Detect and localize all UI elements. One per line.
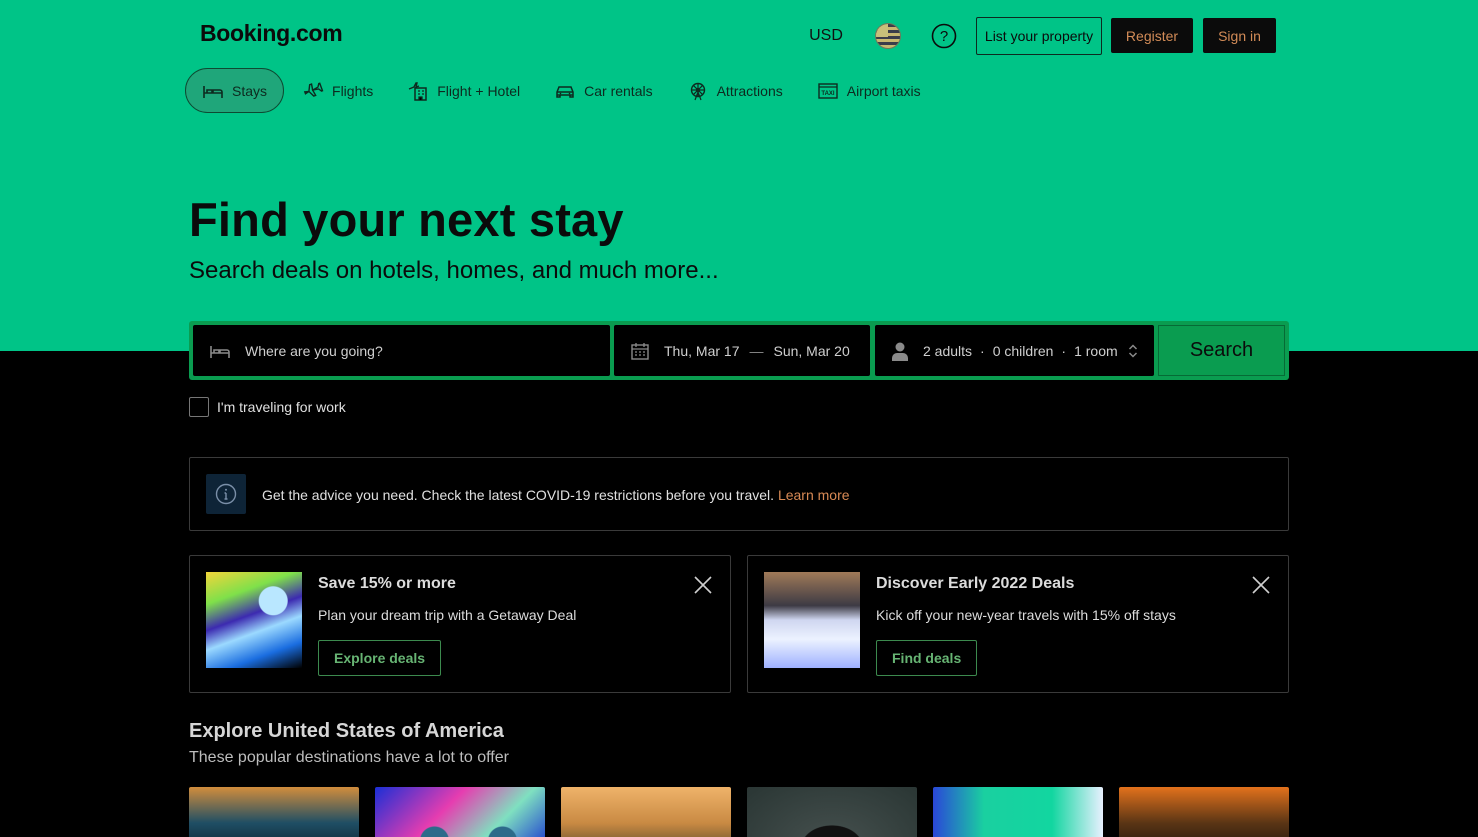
- destination-input[interactable]: Where are you going?: [245, 343, 383, 359]
- tab-attractions[interactable]: Attractions: [671, 68, 799, 113]
- covid-alert: Get the advice you need. Check the lates…: [189, 457, 1289, 531]
- work-travel-label: I'm traveling for work: [217, 399, 346, 415]
- tab-airport-taxis[interactable]: TAXI Airport taxis: [801, 68, 937, 113]
- person-icon: [892, 342, 908, 361]
- destination-card[interactable]: [747, 787, 917, 837]
- calendar-icon: [631, 342, 649, 360]
- close-icon[interactable]: [1250, 574, 1272, 596]
- plane-icon: [303, 81, 324, 97]
- register-button[interactable]: Register: [1111, 18, 1193, 53]
- car-icon: [556, 85, 574, 98]
- find-deals-button[interactable]: Find deals: [876, 640, 978, 676]
- tab-stays[interactable]: Stays: [185, 68, 285, 113]
- alert-message: Get the advice you need. Check the lates…: [262, 487, 775, 503]
- close-icon[interactable]: [692, 574, 714, 596]
- destination-field[interactable]: Where are you going?: [193, 325, 610, 376]
- checkin-date[interactable]: Thu, Mar 17: [664, 343, 739, 359]
- sign-in-button[interactable]: Sign in: [1203, 18, 1276, 53]
- bed-icon: [210, 345, 230, 358]
- booking-logo[interactable]: Booking.com: [200, 20, 343, 47]
- page-subtitle: Search deals on hotels, homes, and much …: [189, 257, 719, 284]
- date-separator: —: [749, 342, 764, 359]
- rooms-count: 1 room: [1074, 342, 1118, 359]
- tab-car-rentals-label: Car rentals: [584, 82, 653, 99]
- tab-car-rentals[interactable]: Car rentals: [538, 68, 668, 113]
- adults-count: 2 adults: [923, 342, 973, 359]
- destination-card[interactable]: [933, 787, 1103, 837]
- checkout-date[interactable]: Sun, Mar 20: [773, 343, 849, 359]
- search-button[interactable]: Search: [1158, 325, 1285, 376]
- chevron-updown-icon: [1128, 343, 1138, 358]
- promo-image: [764, 572, 860, 668]
- tab-flights-label: Flights: [332, 82, 374, 99]
- children-count: 0 children: [992, 342, 1054, 359]
- currency-selector[interactable]: USD: [798, 17, 854, 55]
- destination-card[interactable]: [1119, 787, 1289, 837]
- flight-hotel-icon: [408, 81, 427, 101]
- promo-subtitle: Kick off your new-year travels with 15% …: [876, 607, 1176, 623]
- tab-flight-hotel-label: Flight + Hotel: [437, 82, 521, 99]
- explore-deals-button[interactable]: Explore deals: [318, 640, 442, 676]
- taxi-icon: TAXI: [818, 82, 838, 99]
- list-property-button[interactable]: List your property: [976, 17, 1102, 55]
- search-bar: Where are you going? Thu, Mar 17 — Sun, …: [189, 321, 1289, 380]
- promo-title: Save 15% or more: [318, 575, 456, 592]
- help-icon[interactable]: ?: [931, 23, 957, 49]
- promo-subtitle: Plan your dream trip with a Getaway Deal: [318, 607, 577, 623]
- guests-field[interactable]: 2 adults · 0 children · 1 room: [875, 325, 1154, 376]
- info-icon: [206, 474, 246, 514]
- promo-image: [206, 572, 302, 668]
- date-field[interactable]: Thu, Mar 17 — Sun, Mar 20: [614, 325, 870, 376]
- tab-stays-label: Stays: [232, 82, 268, 99]
- destination-card[interactable]: [189, 787, 359, 837]
- promo-card-early-2022: Discover Early 2022 Deals Kick off your …: [747, 555, 1289, 693]
- svg-text:?: ?: [940, 28, 948, 45]
- explore-subtitle: These popular destinations have a lot to…: [189, 749, 509, 766]
- promo-card-getaway: Save 15% or more Plan your dream trip wi…: [189, 555, 731, 693]
- svg-text:TAXI: TAXI: [821, 91, 835, 97]
- guests-dot: ·: [980, 342, 985, 359]
- language-flag-icon[interactable]: [875, 23, 901, 49]
- alert-text-line: Get the advice you need. Check the lates…: [262, 487, 850, 503]
- tab-attractions-label: Attractions: [716, 82, 783, 99]
- product-nav: Stays Flights Flight + Hotel Car rentals…: [185, 68, 939, 113]
- bed-icon: [203, 85, 223, 98]
- work-travel-option[interactable]: I'm traveling for work: [189, 397, 346, 417]
- ferris-wheel-icon: [690, 82, 705, 100]
- guests-dot: ·: [1061, 342, 1067, 359]
- destination-card[interactable]: [561, 787, 731, 837]
- learn-more-link[interactable]: Learn more: [778, 487, 850, 503]
- explore-title: Explore United States of America: [189, 720, 504, 742]
- destination-card[interactable]: [375, 787, 545, 837]
- tab-flights[interactable]: Flights: [286, 68, 389, 113]
- tab-airport-taxis-label: Airport taxis: [846, 82, 921, 99]
- promo-title: Discover Early 2022 Deals: [876, 575, 1075, 592]
- tab-flight-hotel[interactable]: Flight + Hotel: [391, 68, 536, 113]
- work-travel-checkbox[interactable]: [189, 397, 209, 417]
- page-title: Find your next stay: [189, 193, 624, 246]
